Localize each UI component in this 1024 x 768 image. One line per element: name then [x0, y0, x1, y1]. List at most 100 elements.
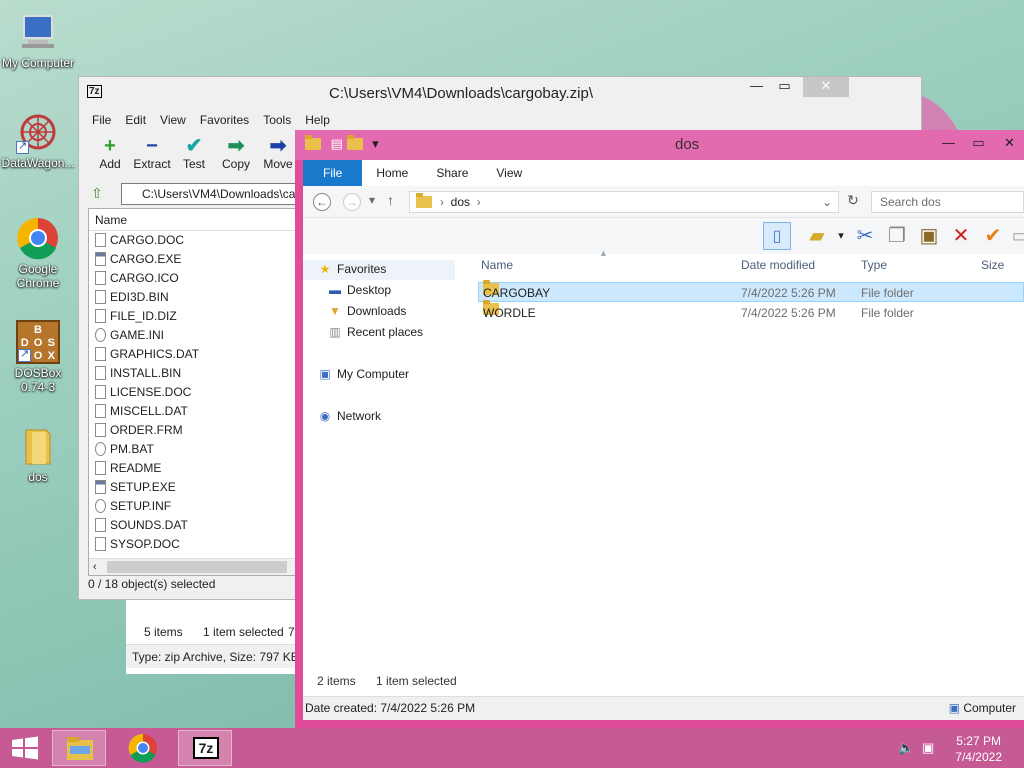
menu-help[interactable]: Help: [298, 111, 337, 129]
column-header-size[interactable]: Size: [981, 258, 1004, 272]
breadcrumb-chevron-icon[interactable]: ›: [477, 195, 481, 209]
breadcrumb-chevron-icon[interactable]: ›: [440, 195, 444, 209]
system-clock[interactable]: 5:27 PM 7/4/2022: [955, 733, 1002, 765]
test-button[interactable]: ✔ Test: [173, 135, 215, 171]
document-file-icon: [95, 461, 106, 475]
checkmark-icon[interactable]: ✔: [979, 222, 1007, 250]
desktop-icon-dosbox[interactable]: B DOS OX DOSBox 0.74-3: [0, 320, 76, 394]
up-folder-icon[interactable]: ⇧: [91, 185, 103, 202]
taskbar-chrome[interactable]: [116, 730, 170, 766]
chevron-down-icon[interactable]: ▾: [372, 136, 379, 151]
file-row[interactable]: CARGO.EXE: [89, 250, 295, 269]
nav-my-computer[interactable]: ▣ My Computer: [317, 367, 409, 381]
sort-indicator-icon: ▲: [599, 248, 608, 258]
file-row-wordle[interactable]: WORDLE 7/4/2022 5:26 PM File folder: [478, 300, 1024, 323]
nav-network[interactable]: ◉ Network: [317, 409, 381, 423]
file-row[interactable]: EDI3D.BIN: [89, 288, 295, 307]
menu-edit[interactable]: Edit: [118, 111, 153, 129]
close-button[interactable]: ✕: [803, 77, 849, 97]
sevenzip-titlebar[interactable]: 7z C:\Users\VM4\Downloads\cargobay.zip\ …: [79, 77, 921, 109]
menu-file[interactable]: File: [85, 111, 118, 129]
menu-view[interactable]: View: [153, 111, 193, 129]
close-button[interactable]: ✕: [995, 134, 1024, 154]
scrollbar-thumb[interactable]: [107, 561, 287, 573]
file-row[interactable]: FILE_ID.DIZ: [89, 307, 295, 326]
explorer-titlebar[interactable]: ▤ ▾ dos — ▭ ✕: [295, 130, 1024, 160]
delete-icon[interactable]: ✕: [947, 222, 975, 250]
nav-recent-places[interactable]: ▥ Recent places: [327, 325, 423, 339]
file-row[interactable]: LICENSE.DOC: [89, 383, 295, 402]
column-header-name[interactable]: Name: [481, 258, 513, 272]
command-bar: ▯ ▰ ▾ ✂ ❐ ▣ ✕ ✔ ▭: [303, 218, 1024, 254]
desktop-icon-chrome[interactable]: Google Chrome: [0, 216, 76, 290]
file-row[interactable]: SYSOP.DOC: [89, 535, 295, 554]
menu-favorites[interactable]: Favorites: [193, 111, 256, 129]
address-dropdown-icon[interactable]: ⌄: [822, 192, 832, 212]
file-row[interactable]: INSTALL.BIN: [89, 364, 295, 383]
up-button[interactable]: ↑: [387, 192, 394, 208]
rename-icon[interactable]: ▭: [1007, 222, 1024, 250]
file-row[interactable]: GAME.INI: [89, 326, 295, 345]
preview-pane-icon[interactable]: ▯: [763, 222, 791, 250]
desktop-icon-dos-folder[interactable]: dos: [0, 424, 76, 484]
copy-button[interactable]: ➡ Copy: [215, 135, 257, 171]
add-label: Add: [99, 157, 121, 171]
tab-share[interactable]: Share: [422, 160, 482, 186]
sevenzip-file-list[interactable]: Name CARGO.DOC CARGO.EXE CARGO.ICO EDI3D.BI…: [88, 208, 296, 576]
menu-tools[interactable]: Tools: [256, 111, 298, 129]
desktop-icon-label: dos: [28, 470, 48, 484]
file-row[interactable]: SETUP.INF: [89, 497, 295, 516]
minimize-button[interactable]: —: [743, 77, 770, 97]
taskbar-explorer[interactable]: [52, 730, 106, 766]
file-row[interactable]: ORDER.FRM: [89, 421, 295, 440]
maximize-button[interactable]: ▭: [771, 77, 798, 97]
maximize-button[interactable]: ▭: [965, 134, 992, 154]
network-icon[interactable]: ▣: [922, 740, 934, 756]
speaker-muted-icon[interactable]: 🔈: [898, 740, 914, 756]
column-header-type[interactable]: Type: [861, 258, 887, 272]
file-explorer-icon: [67, 737, 93, 760]
file-row-cargobay[interactable]: CARGOBAY 7/4/2022 5:26 PM File folder: [478, 280, 1024, 302]
new-folder-icon[interactable]: [346, 135, 363, 150]
file-row[interactable]: CARGO.ICO: [89, 269, 295, 288]
column-header-name[interactable]: Name: [89, 209, 295, 231]
recent-locations-icon[interactable]: ▾: [369, 193, 375, 207]
dosbox-icon: B DOS OX: [16, 320, 60, 364]
search-input[interactable]: Search dos: [871, 191, 1024, 213]
column-header-date[interactable]: Date modified: [741, 258, 815, 272]
copy-icon[interactable]: ❐: [883, 222, 911, 250]
add-button[interactable]: + Add: [89, 135, 131, 171]
extract-button[interactable]: − Extract: [131, 135, 173, 171]
tab-file[interactable]: File: [303, 160, 363, 186]
paste-icon[interactable]: ▣: [915, 222, 943, 250]
file-row[interactable]: SOUNDS.DAT: [89, 516, 295, 535]
desktop-icon-datawagon[interactable]: DataWagon...: [0, 110, 76, 170]
horizontal-scrollbar[interactable]: ‹: [89, 558, 295, 575]
nav-label: Favorites: [337, 262, 387, 276]
file-row[interactable]: SETUP.EXE: [89, 478, 295, 497]
forward-button[interactable]: →: [343, 193, 361, 211]
move-button[interactable]: ➡ Move: [257, 135, 299, 171]
back-button[interactable]: ←: [313, 193, 331, 211]
breadcrumb-dos[interactable]: dos: [451, 195, 470, 209]
minimize-button[interactable]: —: [935, 134, 962, 154]
taskbar: 7z 🔈 ▣ 5:27 PM 7/4/2022: [0, 728, 1024, 768]
file-row[interactable]: MISCELL.DAT: [89, 402, 295, 421]
cut-icon[interactable]: ✂: [851, 222, 879, 250]
taskbar-7zip[interactable]: 7z: [178, 730, 232, 766]
nav-favorites[interactable]: ★ Favorites: [317, 262, 387, 276]
scroll-left-icon[interactable]: ‹: [93, 561, 97, 573]
desktop-icon-my-computer[interactable]: My Computer: [0, 10, 76, 70]
nav-desktop[interactable]: ▬ Desktop: [327, 283, 391, 297]
file-row[interactable]: PM.BAT: [89, 440, 295, 459]
address-bar[interactable]: › dos › ⌄: [409, 191, 839, 213]
file-row[interactable]: CARGO.DOC: [89, 231, 295, 250]
start-button[interactable]: [0, 730, 50, 766]
properties-icon[interactable]: ▤: [331, 136, 343, 151]
tab-view[interactable]: View: [482, 160, 536, 186]
tab-home[interactable]: Home: [362, 160, 422, 186]
nav-downloads[interactable]: ▼ Downloads: [327, 304, 406, 318]
refresh-button[interactable]: ↻: [843, 192, 863, 209]
file-row[interactable]: GRAPHICS.DAT: [89, 345, 295, 364]
file-row[interactable]: README: [89, 459, 295, 478]
